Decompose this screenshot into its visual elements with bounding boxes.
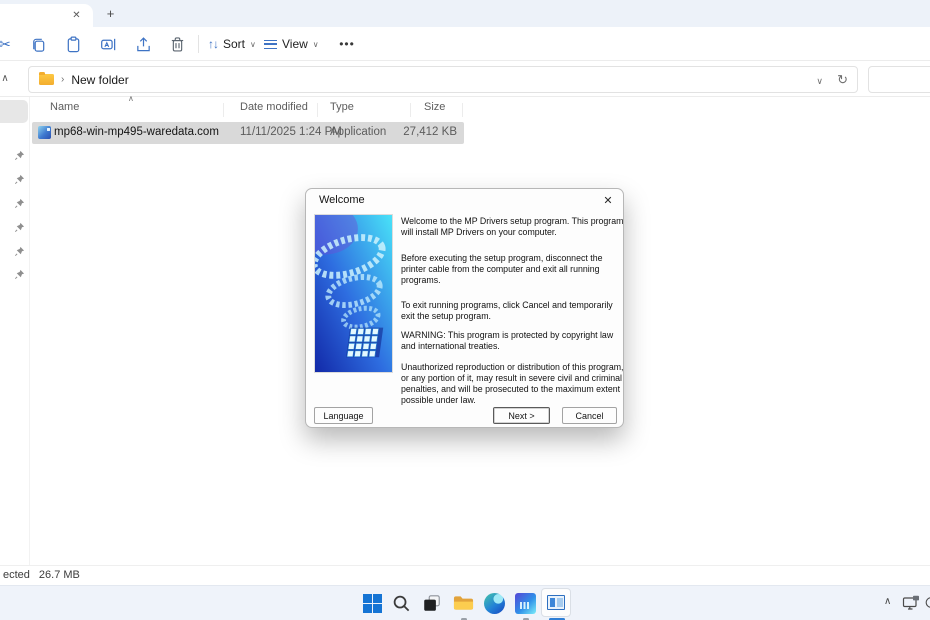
search-input[interactable]: [868, 66, 930, 93]
column-header-name[interactable]: Name: [50, 101, 79, 113]
more-options-button[interactable]: •••: [333, 31, 361, 57]
file-date-modified: 11/11/2025 1:24 PM: [240, 126, 342, 138]
dialog-paragraph: WARNING: This program is protected by co…: [401, 330, 614, 351]
language-button[interactable]: Language: [314, 407, 373, 424]
column-header-size[interactable]: Size: [424, 101, 445, 113]
installer-window-taskbar-button[interactable]: [541, 588, 571, 617]
share-icon: [136, 36, 150, 51]
file-explorer-taskbar-button[interactable]: [449, 589, 477, 617]
status-selected-fragment: ected: [3, 569, 30, 581]
refresh-icon[interactable]: ↻: [837, 72, 848, 88]
status-text: ected 26.7 MB: [3, 569, 80, 581]
status-size: 26.7 MB: [38, 569, 80, 581]
column-header-type[interactable]: Type: [330, 101, 354, 113]
dialog-close-button[interactable]: ✕: [600, 192, 616, 208]
explorer-tab-strip: ✕ +: [0, 0, 930, 27]
sidebar-divider: [29, 97, 30, 565]
pin-icon: [14, 198, 25, 209]
task-view-icon: [424, 595, 440, 611]
screen: ✕ + ✂ ↑↓ Sort ∨ View ∨ ••• ∧ › New folde…: [0, 0, 930, 620]
column-divider[interactable]: [223, 103, 224, 117]
next-button[interactable]: Next >: [493, 407, 550, 424]
search-icon: [393, 595, 409, 611]
file-size: 27,412 KB: [403, 126, 457, 138]
view-label: View: [282, 37, 308, 51]
cut-icon: ✂: [0, 35, 11, 52]
dialog-paragraph: To exit running programs, click Cancel a…: [401, 300, 613, 321]
start-button[interactable]: [358, 589, 386, 617]
status-bar: ected 26.7 MB: [0, 565, 930, 584]
rename-button[interactable]: [95, 31, 121, 57]
edge-icon: [483, 592, 505, 614]
copy-button[interactable]: [25, 31, 51, 57]
column-divider[interactable]: [317, 103, 318, 117]
paste-icon: [67, 36, 79, 52]
application-file-icon: [38, 126, 51, 139]
column-divider[interactable]: [410, 103, 411, 117]
view-list-icon: [264, 39, 277, 49]
breadcrumb[interactable]: New folder: [71, 73, 128, 87]
dialog-paragraph: Before executing the setup program, disc…: [401, 253, 603, 285]
sort-arrows-icon: ↑↓: [208, 37, 219, 51]
explorer-toolbar: ✂ ↑↓ Sort ∨ View ∨ •••: [0, 27, 930, 61]
up-navigation-button[interactable]: ∧: [0, 70, 13, 86]
view-button[interactable]: View ∨: [257, 31, 326, 57]
address-bar[interactable]: › New folder ∨ ↻: [28, 66, 858, 93]
welcome-dialog: Welcome ✕ Welcome to the MP Drivers setu…: [305, 188, 624, 428]
file-explorer-icon: [453, 596, 473, 610]
file-type: Application: [330, 126, 387, 138]
pin-icon: [14, 150, 25, 161]
folder-icon: [39, 71, 54, 85]
pin-icon: [14, 269, 25, 280]
cut-button[interactable]: ✂: [0, 31, 18, 57]
taskbar: ∧: [0, 585, 930, 620]
tab-close-icon[interactable]: ✕: [69, 8, 84, 23]
delete-button[interactable]: [164, 31, 190, 57]
chevron-down-icon: ∨: [250, 39, 256, 49]
address-dropdown-icon[interactable]: ∨: [816, 76, 823, 87]
display-tray-icon[interactable]: [902, 595, 920, 611]
explorer-tab[interactable]: ✕: [0, 4, 93, 27]
new-tab-button[interactable]: +: [102, 5, 119, 22]
task-view-button[interactable]: [418, 589, 446, 617]
tray-overflow-button[interactable]: ∧: [884, 596, 891, 607]
sidebar-selected-item[interactable]: [0, 100, 28, 123]
sort-label: Sort: [223, 37, 246, 51]
pin-icon: [14, 174, 25, 185]
dialog-title: Welcome: [319, 194, 365, 206]
dialog-body-text: Welcome to the MP Drivers setup program.…: [401, 214, 625, 406]
pin-icon: [14, 246, 25, 257]
chevron-down-icon: ∨: [312, 39, 319, 49]
sort-ascending-icon: ∧: [128, 94, 134, 103]
toolbar-divider: [198, 35, 199, 53]
dialog-paragraph: Unauthorized reproduction or distributio…: [401, 362, 624, 405]
column-divider[interactable]: [462, 103, 463, 117]
installer-window-icon: [547, 595, 565, 610]
copy-icon: [32, 38, 44, 52]
delete-icon: [171, 36, 183, 51]
file-name: mp68-win-mp495-waredata.com: [54, 126, 219, 138]
setup-taskbar-button[interactable]: [511, 589, 539, 617]
rename-icon: [100, 38, 115, 50]
table-row[interactable]: mp68-win-mp495-waredata.com 11/11/2025 1…: [32, 122, 464, 144]
share-button[interactable]: [130, 31, 156, 57]
tray-partial-icon[interactable]: [924, 594, 930, 611]
pin-icon: [14, 222, 25, 233]
breadcrumb-separator-icon: ›: [61, 74, 65, 85]
edge-taskbar-button[interactable]: [480, 589, 508, 617]
windows-logo-icon: [362, 593, 382, 613]
setup-artwork-image: [314, 214, 393, 373]
sort-button[interactable]: ↑↓ Sort ∨: [201, 31, 263, 57]
taskbar-search-button[interactable]: [387, 589, 415, 617]
cancel-button[interactable]: Cancel: [562, 407, 617, 424]
paste-button[interactable]: [60, 31, 86, 57]
dialog-paragraph: Welcome to the MP Drivers setup program.…: [401, 216, 624, 237]
more-icon: •••: [339, 37, 355, 51]
mp-setup-icon: [514, 592, 536, 614]
column-header-date-modified[interactable]: Date modified: [240, 101, 308, 113]
address-row: ∧ › New folder ∨ ↻: [0, 61, 930, 97]
